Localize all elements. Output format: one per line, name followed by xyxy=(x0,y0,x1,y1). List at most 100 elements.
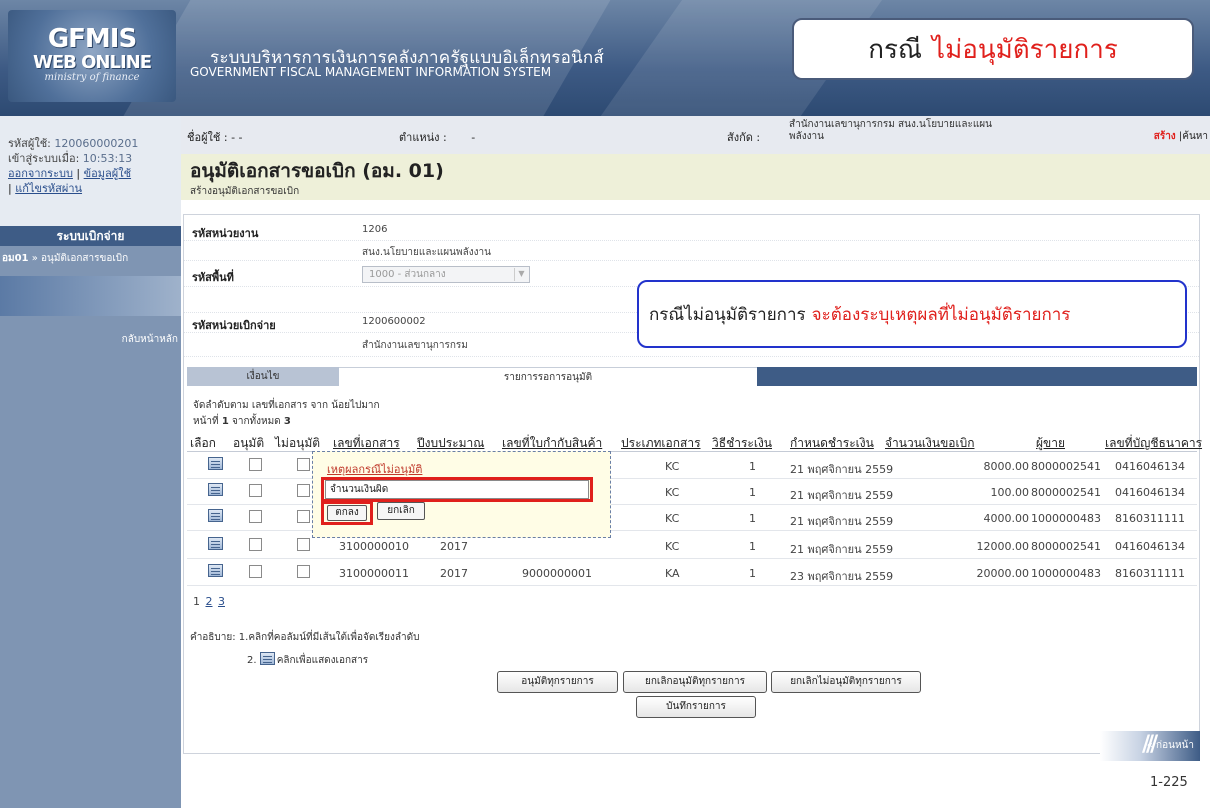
cancel-button[interactable]: ยกเลิก xyxy=(377,502,425,520)
column-header-vendor[interactable]: ผู้ขาย xyxy=(1036,434,1065,453)
reject-checkbox[interactable] xyxy=(297,458,310,471)
callout-mid-prefix: กรณีไม่อนุมัติรายการ xyxy=(649,304,806,325)
document-icon[interactable] xyxy=(208,537,223,550)
page-title: อนุมัติเอกสารขอเบิก (อม. 01) xyxy=(190,160,444,182)
approve-checkbox[interactable] xyxy=(249,565,262,578)
sidebar: รหัสผู้ใช้: 120060000201 เข้าสู่ระบบเมื่… xyxy=(0,116,181,808)
payment-method: 1 xyxy=(749,567,756,580)
document-icon[interactable] xyxy=(208,457,223,470)
invoice-no: 9000000001 xyxy=(522,567,592,580)
change-password-link[interactable]: แก้ไขรหัสผ่าน xyxy=(15,182,82,195)
column-header-amount[interactable]: จำนวนเงินขอเบิก xyxy=(885,434,974,453)
annotation-callout-reason: กรณีไม่อนุมัติรายการ จะต้องระบุเหตุผลที่… xyxy=(637,280,1187,348)
area-select[interactable]: 1000 - ส่วนกลาง ▼ xyxy=(362,266,530,283)
column-header-due-date[interactable]: กำหนดชำระเงิน xyxy=(790,434,874,453)
user-info-box: รหัสผู้ใช้: 120060000201 เข้าสู่ระบบเมื่… xyxy=(0,116,181,226)
system-name-en: GOVERNMENT FISCAL MANAGEMENT INFORMATION… xyxy=(190,65,552,79)
back-home-link[interactable]: กลับหน้าหลัก xyxy=(0,332,178,347)
amount: 8000.00 xyxy=(983,460,1030,473)
legend-line2: 2. คลิกเพื่อแสดงเอกสาร xyxy=(247,650,368,668)
login-time-value: 10:53:13 xyxy=(82,152,133,165)
page-info: หน้าที่ 1 จากทั้งหมด 3 xyxy=(193,414,291,429)
logout-link[interactable]: ออกจากระบบ xyxy=(8,167,73,180)
agency-name-row: สนง.นโยบายและแผนพลังงาน xyxy=(184,241,1199,261)
approve-checkbox[interactable] xyxy=(249,510,262,523)
approve-checkbox[interactable] xyxy=(249,458,262,471)
reject-reason-input[interactable]: จำนวนเงินผิด xyxy=(325,480,589,499)
page-link[interactable]: 3 xyxy=(218,595,225,608)
doc-type: KC xyxy=(665,460,680,473)
table-header: เลือก อนุมัติ ไม่อนุมัติ เลขที่เอกสาร ปี… xyxy=(187,432,1202,453)
doc-type: KC xyxy=(665,512,680,525)
ok-button[interactable]: ตกลง xyxy=(327,505,367,521)
due-date: 23 พฤศจิกายน 2559 xyxy=(790,570,894,583)
document-icon[interactable] xyxy=(208,509,223,522)
area-label: รหัสพื้นที่ xyxy=(192,271,234,284)
reject-checkbox[interactable] xyxy=(297,510,310,523)
user-info-link[interactable]: ข้อมูลผู้ใช้ xyxy=(84,167,131,180)
payment-method: 1 xyxy=(749,486,756,499)
page-link[interactable]: 2 xyxy=(206,595,213,608)
header-banner: GFMIS WEB ONLINE ministry of finance ระบ… xyxy=(0,0,1210,116)
menu-item-code: อม01 xyxy=(2,253,29,264)
page-info-current: 1 xyxy=(221,416,229,427)
approve-checkbox[interactable] xyxy=(249,538,262,551)
callout-prefix: กรณี xyxy=(868,34,923,65)
bank-account: 0416046134 xyxy=(1115,460,1185,473)
menu-item-label: » อนุมัติเอกสารขอเบิก xyxy=(31,253,129,264)
menu-title: ระบบเบิกจ่าย xyxy=(0,226,181,246)
doc-type: KC xyxy=(665,486,680,499)
search-link[interactable]: ค้นหา xyxy=(1182,131,1208,142)
save-button[interactable]: บันทึกรายการ xyxy=(636,696,756,718)
reject-checkbox[interactable] xyxy=(297,565,310,578)
org-value-line2: พลังงาน xyxy=(789,131,824,142)
bank-account: 8160311111 xyxy=(1115,567,1185,580)
column-header-approve: อนุมัติ xyxy=(233,436,265,450)
page-subtitle: สร้างอนุมัติเอกสารขอเบิก xyxy=(190,186,300,197)
back-button[interactable]: /// « ก่อนหน้า xyxy=(1100,731,1200,761)
user-name-label: ชื่อผู้ใช้ : xyxy=(187,131,228,144)
position: ตำแหน่ง : - xyxy=(399,128,475,146)
page-number: 1-225 xyxy=(1150,775,1188,790)
user-id-value: 120060000201 xyxy=(54,137,139,150)
doc-type: KA xyxy=(665,567,680,580)
document-icon xyxy=(259,652,275,665)
sidebar-item-approve-docs[interactable]: อม01 » อนุมัติเอกสารขอเบิก xyxy=(0,250,181,268)
cancel-approve-all-button[interactable]: ยกเลิกอนุมัติทุกรายการ xyxy=(623,671,767,693)
sort-info: จัดลำดับตาม เลขที่เอกสาร จาก น้อยไปมาก xyxy=(193,400,380,411)
disbursement-code: 1200600002 xyxy=(362,316,426,327)
approve-all-button[interactable]: อนุมัติทุกรายการ xyxy=(497,671,618,693)
disbursement-label: รหัสหน่วยเบิกจ่าย xyxy=(192,319,276,332)
org-value: สำนักงานเลขานุการกรม สนง.นโยบายและแผน พลั… xyxy=(789,119,992,143)
document-icon[interactable] xyxy=(208,483,223,496)
page-info-mid: จากทั้งหมด xyxy=(231,416,281,427)
doc-no: 3100000010 xyxy=(339,540,409,553)
page-link-current: 1 xyxy=(193,595,200,608)
amount: 100.00 xyxy=(990,486,1030,499)
cancel-reject-all-button[interactable]: ยกเลิกไม่อนุมัติทุกรายการ xyxy=(771,671,921,693)
amount: 20000.00 xyxy=(976,567,1030,580)
approve-checkbox[interactable] xyxy=(249,484,262,497)
agency-code: 1206 xyxy=(362,224,388,235)
popup-title: เหตุผลกรณีไม่อนุมัติ xyxy=(327,463,423,476)
document-icon[interactable] xyxy=(208,564,223,577)
legend-number: 2. xyxy=(247,655,257,666)
chevron-down-icon: ▼ xyxy=(514,268,528,281)
page-info-prefix: หน้าที่ xyxy=(193,416,219,427)
column-header-payment-method[interactable]: วิธีชำระเงิน xyxy=(712,434,772,453)
logo-line1: GFMIS xyxy=(47,24,137,54)
callout-mid-highlight: จะต้องระบุเหตุผลที่ไม่อนุมัติรายการ xyxy=(811,304,1071,325)
reject-checkbox[interactable] xyxy=(297,484,310,497)
tab-conditions[interactable]: เงื่อนไข xyxy=(187,367,339,386)
gfmis-logo: GFMIS WEB ONLINE ministry of finance xyxy=(8,10,176,102)
tab-pending-approval[interactable]: รายการรอการอนุมัติ xyxy=(339,367,757,386)
create-link[interactable]: สร้าง xyxy=(1154,131,1176,142)
position-label: ตำแหน่ง : xyxy=(399,131,447,144)
login-time-label: เข้าสู่ระบบเมื่อ: xyxy=(8,152,80,165)
reject-checkbox[interactable] xyxy=(297,538,310,551)
amount: 12000.00 xyxy=(976,540,1030,553)
column-header-bank-account[interactable]: เลขที่บัญชีธนาคาร xyxy=(1105,434,1202,453)
column-header-doc-type[interactable]: ประเภทเอกสาร xyxy=(621,434,701,453)
logo-line2: WEB ONLINE xyxy=(32,52,152,73)
slash-decoration-icon: /// xyxy=(1142,732,1158,757)
